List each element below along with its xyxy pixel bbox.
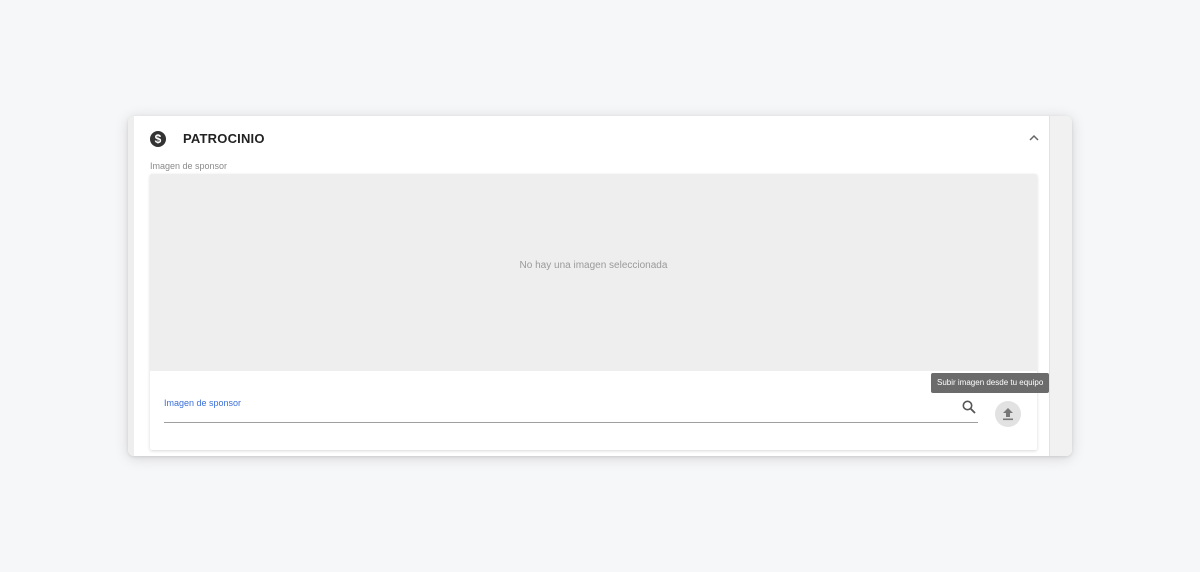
scrollbar-track[interactable]: [1049, 116, 1072, 456]
section-title: PATROCINIO: [183, 131, 265, 146]
panel-header[interactable]: $ PATROCINIO: [136, 119, 1050, 159]
input-label: Imagen de sponsor: [164, 398, 242, 408]
left-edge-strip: [128, 116, 134, 456]
image-preview: No hay una imagen seleccionada: [150, 174, 1037, 371]
upload-tooltip: Subir imagen desde tu equipo: [931, 373, 1050, 393]
chevron-up-icon[interactable]: [1028, 133, 1040, 143]
field-caption: Imagen de sponsor: [150, 161, 228, 171]
dialog-container: $ PATROCINIO Imagen de sponsor No hay un…: [128, 116, 1072, 456]
input-underline[interactable]: [164, 422, 978, 423]
sponsorship-panel: $ PATROCINIO Imagen de sponsor No hay un…: [136, 119, 1050, 456]
image-card: No hay una imagen seleccionada Imagen de…: [150, 174, 1037, 450]
upload-button[interactable]: [995, 401, 1021, 427]
search-icon[interactable]: [961, 399, 977, 415]
upload-icon: [1003, 408, 1013, 421]
dollar-circle-icon: $: [150, 131, 166, 147]
empty-preview-text: No hay una imagen seleccionada: [519, 260, 668, 271]
